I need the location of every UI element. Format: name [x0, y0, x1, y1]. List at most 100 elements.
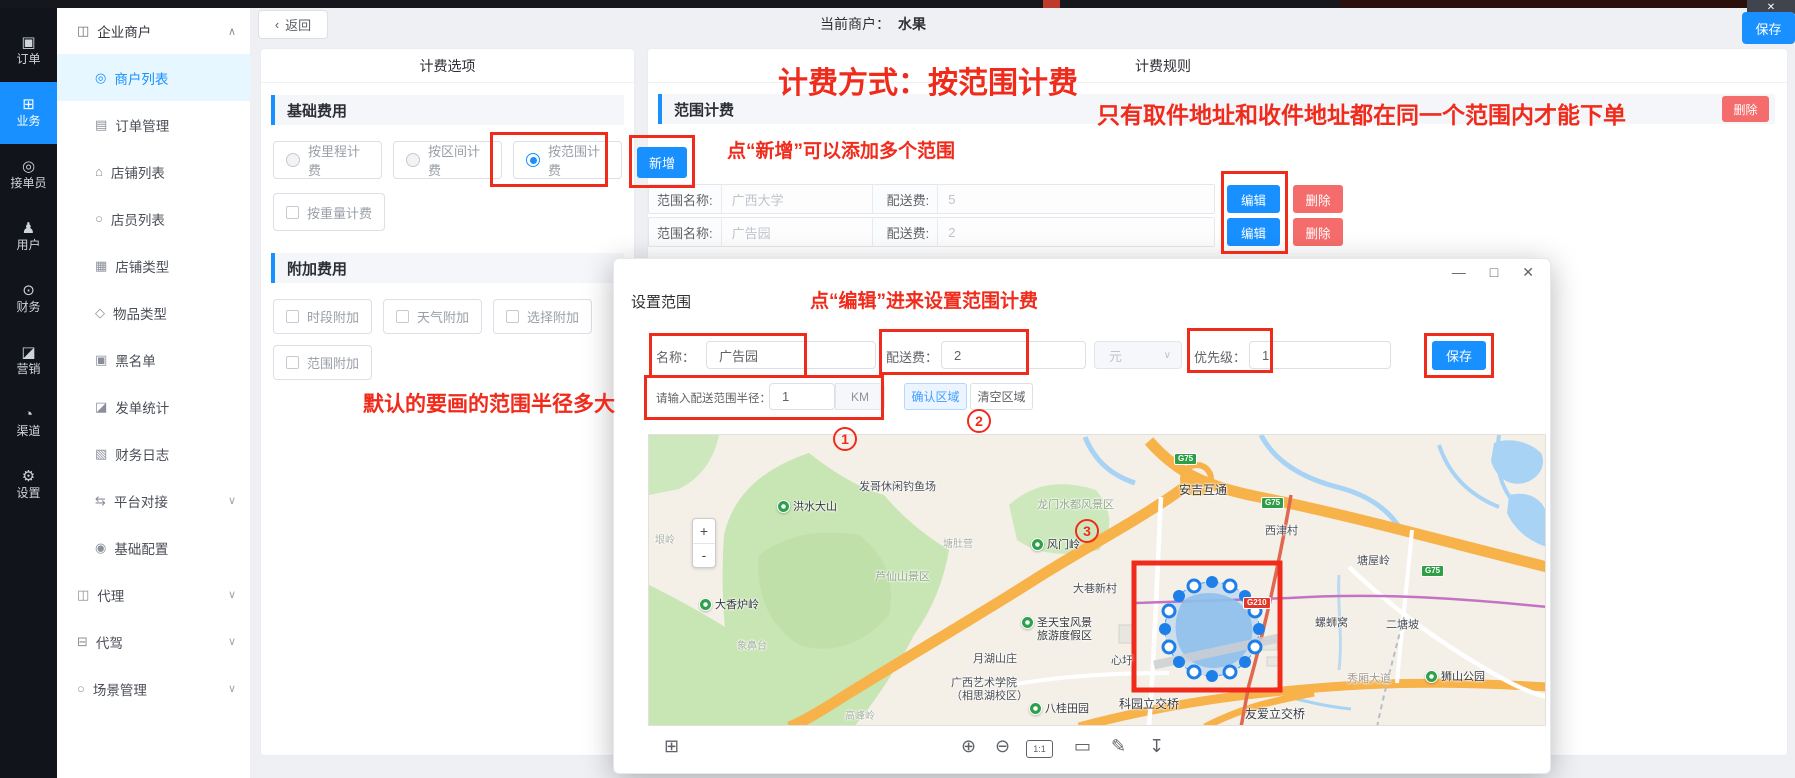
edit-range-button[interactable]: 编辑 [1227, 218, 1280, 246]
map-label: 垠岭 [655, 535, 675, 547]
range-rule-fields: 范围名称:广西大学配送费:5 [648, 184, 1215, 214]
map-poi-label: 八桂田园 [1029, 703, 1089, 716]
sidebar-item-settings[interactable]: ⚙设置 [0, 454, 57, 516]
name-input[interactable]: 广告园 [706, 341, 876, 369]
sidebar-item-scene-management[interactable]: ○场景管理∨ [57, 665, 250, 712]
delete-range-button[interactable]: 删除 [1293, 218, 1343, 246]
range-name-input[interactable]: 广告园 [721, 218, 873, 246]
radius-input[interactable]: 1 [769, 383, 835, 410]
sidebar-item-driving[interactable]: ⊟代驾∨ [57, 618, 250, 665]
checkbox-icon [396, 310, 409, 323]
add-range-button[interactable]: 新增 [637, 147, 687, 178]
weight-billing-checkbox[interactable]: 按重量计费 [273, 193, 385, 231]
base-option-2[interactable]: 按范围计费 [513, 141, 622, 179]
annotation-add-note: 点“新增”可以添加多个范围 [727, 136, 955, 163]
map-poi-text: 风门岭 [1047, 539, 1080, 552]
clear-area-button[interactable]: 清空区域 [970, 383, 1033, 410]
sidebar-item-item-type[interactable]: ◇物品类型 [57, 289, 250, 336]
sidebar-item-label: 订单 [16, 53, 40, 66]
menu-item-label: 财务日志 [115, 444, 169, 464]
business-icon: ⊞ [22, 97, 35, 112]
shop-list-icon: ⌂ [95, 164, 103, 179]
sidebar-item-base-config[interactable]: ◉基础配置 [57, 524, 250, 571]
back-button[interactable]: ‹ 返回 [258, 10, 328, 39]
annotation-edit-note: 点“编辑”进来设置范围计费 [810, 286, 1038, 313]
billing-rules-title: 计费规则 [1103, 49, 1223, 83]
menu-item-label: 物品类型 [113, 303, 167, 323]
delivery-fee-input[interactable]: 5 [937, 185, 1214, 213]
zoom-in-icon[interactable]: ⊕ [961, 737, 976, 755]
range-name-input[interactable]: 广西大学 [721, 185, 873, 213]
sidebar-item-channels[interactable]: ◔渠道 [0, 392, 57, 454]
map-pin-icon [1029, 702, 1042, 715]
name-label: 名称： [656, 347, 695, 366]
extra-option-1[interactable]: 天气附加 [383, 299, 482, 334]
delete-range-button[interactable]: 删除 [1293, 185, 1343, 213]
edit-range-button[interactable]: 编辑 [1227, 185, 1280, 213]
sidebar-item-finance[interactable]: ⊙财务 [0, 268, 57, 330]
sidebar-item-orders[interactable]: ▣订单 [0, 20, 57, 82]
extra-option-0[interactable]: 时段附加 [273, 299, 372, 334]
menu-item-label: 代理 [97, 585, 124, 605]
extra-option-label: 时段附加 [307, 307, 359, 326]
grid-icon[interactable]: ⊞ [664, 737, 679, 755]
sidebar-item-platform-connect[interactable]: ⇆平台对接∨ [57, 477, 250, 524]
marketing-icon: ◪ [21, 345, 35, 360]
set-range-dialog: — □ ✕ 设置范围 名称： 广告园 配送费： 2 元 ∨ 优先级： 1 保存 … [613, 258, 1551, 774]
draw-pencil-icon[interactable]: ✎ [1111, 737, 1126, 755]
shop-type-icon: ▦ [95, 258, 107, 274]
base-option-1[interactable]: 按区间计费 [393, 141, 502, 179]
agent-icon: ◫ [77, 587, 89, 603]
ratio-1-1-button[interactable]: 1:1 [1026, 740, 1053, 758]
radius-label: 请输入配送范围半径： [656, 390, 771, 406]
unit-select[interactable]: 元 ∨ [1094, 341, 1182, 369]
map-label: 发哥休闲钓鱼场 [859, 481, 936, 494]
sidebar-item-label: 设置 [16, 487, 40, 500]
rect-select-icon[interactable]: ▭ [1074, 737, 1091, 755]
range-rule-row: 范围名称:广西大学配送费:5 编辑删除 [648, 184, 1368, 214]
fee-input[interactable]: 2 [941, 341, 1086, 369]
delete-section-button[interactable]: 删除 [1722, 96, 1769, 122]
sidebar-item-label: 渠道 [16, 425, 40, 438]
sidebar-item-shop-list[interactable]: ⌂店铺列表 [57, 148, 250, 195]
maximize-icon[interactable]: □ [1490, 264, 1498, 281]
sidebar-item-clerk-list[interactable]: ○店员列表 [57, 195, 250, 242]
sidebar-item-shop-type[interactable]: ▦店铺类型 [57, 242, 250, 289]
download-icon[interactable]: ↧ [1149, 737, 1164, 755]
map-label: 二塘坡 [1386, 619, 1419, 632]
sidebar-item-couriers[interactable]: ◎接单员 [0, 144, 57, 206]
extra-option-2[interactable]: 选择附加 [493, 299, 592, 334]
zoom-out-icon[interactable]: ⊖ [995, 737, 1010, 755]
sidebar-item-blacklist[interactable]: ▣黑名单 [57, 336, 250, 383]
blacklist-icon: ▣ [95, 352, 107, 368]
sidebar-item-business[interactable]: ⊞业务 [0, 82, 57, 144]
primary-sidebar: ▣订单⊞业务◎接单员♟用户⊙财务◪营销◔渠道⚙设置 [0, 8, 57, 778]
current-merchant-value: 水果 [898, 14, 926, 34]
sidebar-item-order-management[interactable]: ▤订单管理 [57, 101, 250, 148]
dialog-title: 设置范围 [631, 291, 691, 312]
sidebar-item-agent[interactable]: ◫代理∨ [57, 571, 250, 618]
sidebar-group-enterprise-merchant[interactable]: ◫ 企业商户 ∧ [57, 8, 250, 54]
sidebar-item-users[interactable]: ♟用户 [0, 206, 57, 268]
confirm-area-button[interactable]: 确认区域 [904, 383, 967, 410]
sidebar-item-finance-log[interactable]: ▧财务日志 [57, 430, 250, 477]
menu-item-label: 场景管理 [93, 679, 147, 699]
sidebar-item-marketing[interactable]: ◪营销 [0, 330, 57, 392]
zoom-in-button[interactable]: + [693, 519, 715, 544]
extra-option-3[interactable]: 范围附加 [273, 345, 372, 380]
map-canvas[interactable]: 发哥休闲钓鱼场洪水大山垠岭塘肚营芦仙山景区大香炉岭象鼻台龙门水都风景区风门岭安吉… [648, 434, 1546, 726]
priority-input[interactable]: 1 [1249, 341, 1391, 369]
sidebar-item-merchant-list[interactable]: ◎商户列表 [57, 54, 250, 101]
menu-item-label: 商户列表 [114, 68, 168, 88]
dialog-save-button[interactable]: 保存 [1432, 341, 1486, 370]
order-management-icon: ▤ [95, 117, 107, 133]
range-name-label: 范围名称: [649, 223, 721, 242]
save-button[interactable]: 保存 [1742, 12, 1795, 44]
map-label: 安吉互通 [1179, 483, 1227, 497]
delivery-fee-input[interactable]: 2 [937, 218, 1214, 246]
minimize-icon[interactable]: — [1452, 264, 1466, 281]
close-icon[interactable]: ✕ [1522, 264, 1534, 281]
sidebar-item-dispatch-stats[interactable]: ◪发单统计 [57, 383, 250, 430]
base-option-0[interactable]: 按里程计费 [273, 141, 382, 179]
zoom-out-button[interactable]: - [693, 544, 715, 568]
